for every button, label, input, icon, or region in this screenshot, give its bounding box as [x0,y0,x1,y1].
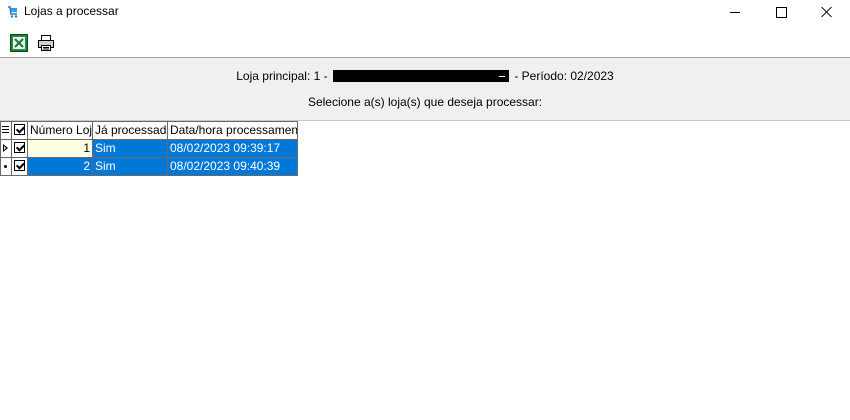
maximize-icon [775,6,787,18]
store-info: Loja principal: 1 - - Período: 02/2023 [0,68,850,83]
cell-numero-loja[interactable]: 2 [28,158,93,176]
stores-grid[interactable]: Número Loja Já processada Data/hora proc… [0,121,298,176]
table-row[interactable]: 2 Sim 08/02/2023 09:40:39 [1,158,298,176]
instruction-text: Selecione a(s) loja(s) que deseja proces… [307,95,543,109]
row-dot-icon [4,165,7,168]
cell-numero-loja[interactable]: 1 [28,140,93,158]
cell-ja-processada[interactable]: Sim [93,158,168,176]
main-store-label: Loja principal: 1 - [236,68,328,83]
excel-export-icon[interactable] [10,34,28,52]
cell-ja-processada[interactable]: Sim [93,140,168,158]
checkbox-checked-icon [14,142,25,153]
table-row[interactable]: 1 Sim 08/02/2023 09:39:17 [1,140,298,158]
grid-header: Número Loja Já processada Data/hora proc… [1,122,298,140]
checkbox-checked-icon [14,160,25,171]
window-title: Lojas a processar [24,4,119,18]
current-row-arrow-icon [3,144,8,152]
checkbox-checked-icon [14,124,25,135]
shopping-cart-icon [8,6,18,18]
close-icon [821,6,833,18]
minimize-button[interactable] [712,0,758,24]
column-header-data-hora[interactable]: Data/hora processamento [168,122,298,140]
row-indicator-header[interactable] [1,122,12,140]
minimize-icon [730,11,740,13]
close-button[interactable] [804,0,850,24]
printer-icon[interactable] [37,34,55,52]
row-checkbox[interactable] [12,158,28,176]
row-indicator[interactable] [1,140,12,158]
toolbar [0,27,850,58]
column-header-ja-processada[interactable]: Já processada [93,122,168,140]
select-all-checkbox[interactable] [12,122,28,140]
cell-data-hora[interactable]: 08/02/2023 09:40:39 [168,158,298,176]
column-menu-icon [2,126,9,135]
redacted-store-name [332,69,509,82]
period-label: - Período: 02/2023 [514,68,614,83]
title-bar: Lojas a processar [0,0,850,24]
cell-data-hora[interactable]: 08/02/2023 09:39:17 [168,140,298,158]
row-indicator[interactable] [1,158,12,176]
row-checkbox[interactable] [12,140,28,158]
column-header-numero-loja[interactable]: Número Loja [28,122,93,140]
info-panel: Loja principal: 1 - - Período: 02/2023 S… [0,58,850,120]
maximize-button[interactable] [758,0,804,24]
